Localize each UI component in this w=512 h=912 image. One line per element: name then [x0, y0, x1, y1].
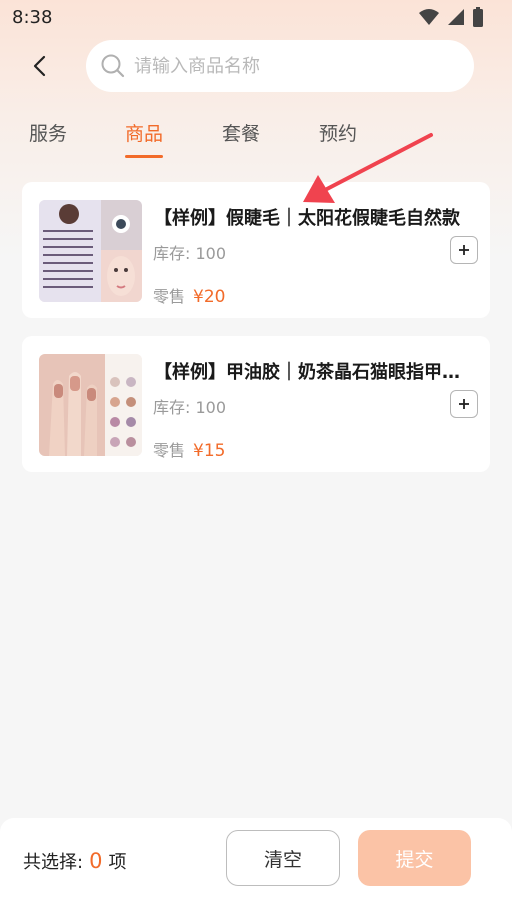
status-bar: 8:38	[0, 0, 512, 34]
selected-prefix: 共选择:	[23, 852, 84, 873]
back-button[interactable]	[24, 50, 56, 82]
product-title: 【样例】假睫毛｜太阳花假睫毛自然款	[154, 208, 460, 229]
signal-icon	[448, 9, 464, 25]
product-card[interactable]: 【样例】甲油胶｜奶茶晶石猫眼指甲油胶 库存: 100 零售 ¥15	[22, 336, 490, 472]
submit-button[interactable]: 提交	[358, 830, 471, 886]
tab-products[interactable]: 商品	[124, 114, 164, 158]
active-tab-indicator	[125, 155, 163, 158]
search-input[interactable]	[134, 55, 454, 77]
eyelash-product-image	[39, 200, 142, 302]
price-info: 零售 ¥15	[153, 437, 225, 461]
stock-label: 库存:	[153, 398, 191, 417]
header	[0, 38, 512, 94]
price-label: 零售	[153, 441, 186, 460]
tab-appointments[interactable]: 预约	[318, 114, 358, 158]
search-icon	[101, 54, 125, 78]
stock-value: 100	[195, 398, 227, 417]
search-box[interactable]	[86, 40, 474, 92]
category-tabs: 服务 商品 套餐 预约	[0, 114, 512, 164]
price-info: 零售 ¥20	[153, 283, 225, 307]
nail-polish-product-image	[39, 354, 142, 456]
stock-info: 库存: 100	[153, 240, 226, 264]
stock-info: 库存: 100	[153, 394, 226, 418]
add-button[interactable]	[450, 236, 478, 264]
tab-packages[interactable]: 套餐	[221, 114, 261, 158]
status-icons	[418, 7, 484, 27]
status-time: 8:38	[12, 6, 53, 28]
clear-button[interactable]: 清空	[226, 830, 340, 886]
product-title: 【样例】甲油胶｜奶茶晶石猫眼指甲油胶	[154, 362, 472, 383]
battery-icon	[473, 7, 483, 27]
wifi-icon	[419, 9, 439, 25]
price-value: ¥15	[193, 441, 226, 461]
stock-label: 库存:	[153, 244, 191, 263]
bottom-action-bar: 共选择: 0 项 清空 提交	[0, 818, 512, 912]
tab-services[interactable]: 服务	[28, 114, 68, 158]
plus-icon	[459, 399, 469, 409]
price-label: 零售	[153, 287, 186, 306]
product-card[interactable]: 【样例】假睫毛｜太阳花假睫毛自然款 库存: 100 零售 ¥20	[22, 182, 490, 318]
selected-suffix: 项	[108, 852, 127, 873]
selected-summary: 共选择: 0 项	[23, 848, 126, 874]
price-value: ¥20	[193, 287, 226, 307]
chevron-left-icon	[33, 55, 46, 77]
stock-value: 100	[195, 244, 227, 263]
plus-icon	[459, 245, 469, 255]
selected-count: 0	[89, 849, 103, 873]
add-button[interactable]	[450, 390, 478, 418]
